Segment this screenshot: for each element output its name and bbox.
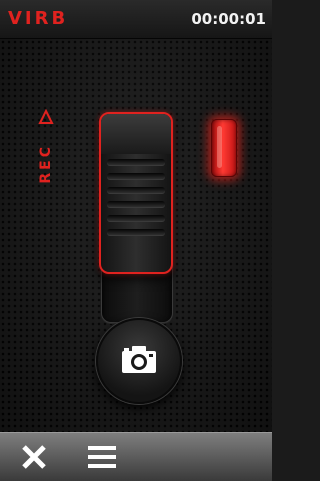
camera-icon xyxy=(122,346,156,373)
triangle-up-outline-icon xyxy=(38,109,54,124)
app-logo: VIRB xyxy=(8,8,69,29)
recording-indicator-led xyxy=(211,119,237,177)
rec-label: REC xyxy=(38,144,54,184)
bottom-toolbar xyxy=(0,432,272,481)
menu-icon xyxy=(88,446,116,468)
menu-button[interactable] xyxy=(70,433,134,481)
take-photo-button[interactable] xyxy=(96,318,182,404)
record-slider-knob[interactable] xyxy=(99,112,173,274)
close-button[interactable] xyxy=(2,433,66,481)
close-icon xyxy=(22,445,46,469)
top-bar: VIRB 00:00:01 xyxy=(0,0,272,39)
recording-timer: 00:00:01 xyxy=(191,10,266,28)
